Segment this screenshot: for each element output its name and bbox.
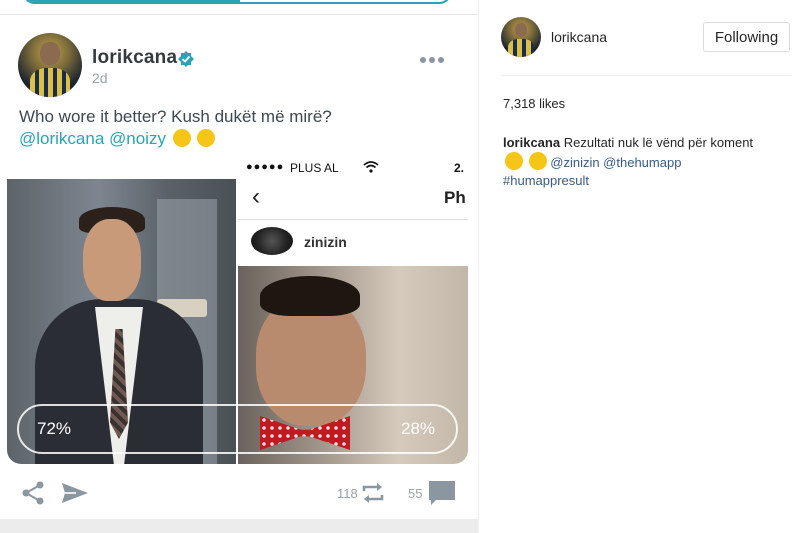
likes-count[interactable]: 7,318 likes [503, 96, 565, 111]
app-root: lorikcana 2d Who wore it better? Kush du… [0, 0, 797, 533]
feed-separator [0, 519, 478, 533]
sunglasses-emoji-icon [505, 152, 523, 170]
embedded-avatar [251, 227, 293, 255]
header-divider [0, 14, 478, 15]
sidebar-hashtag[interactable]: #humappresult [503, 173, 589, 188]
comment-count: 55 [408, 486, 423, 501]
sidebar-caption: lorikcana Rezultati nuk lë vënd për kome… [503, 134, 773, 190]
wifi-icon [363, 161, 379, 173]
post-timestamp: 2d [92, 70, 108, 86]
embedded-username: zinizin [304, 234, 347, 250]
sidebar-avatar[interactable] [501, 17, 541, 57]
embedded-nav-bar: ‹ Ph [238, 178, 468, 220]
verified-badge-icon [178, 51, 194, 67]
carrier-label: PLUS AL [290, 161, 339, 175]
instagram-sidebar: lorikcana Following 7,318 likes lorikcan… [478, 0, 797, 533]
comment-icon[interactable] [428, 480, 456, 506]
poll-left-percent: 72% [37, 419, 72, 438]
status-clock: 2. [454, 161, 465, 175]
sidebar-mentions[interactable]: @zinizin @thehumapp [550, 155, 681, 170]
post-author-avatar[interactable] [18, 33, 82, 97]
poll-media[interactable]: ●●●●● PLUS AL 2. ‹ Ph zinizin 72% 28% [7, 158, 468, 464]
more-options-icon[interactable] [420, 56, 444, 64]
post-pane: lorikcana 2d Who wore it better? Kush du… [0, 0, 478, 533]
sidebar-divider [501, 75, 791, 76]
winking-tongue-emoji-icon [172, 129, 191, 147]
caption-mentions[interactable]: @lorikcana @noizy [19, 129, 166, 148]
sidebar-caption-text: Rezultati nuk lë vënd për koment [563, 135, 754, 150]
send-icon[interactable] [60, 481, 90, 505]
post-author-username[interactable]: lorikcana [92, 47, 177, 69]
caption-username[interactable]: lorikcana [503, 135, 560, 150]
poll-result-bar [17, 404, 458, 454]
sidebar-username[interactable]: lorikcana [551, 29, 607, 45]
post-caption: Who wore it better? Kush dukët më mirë? … [19, 106, 459, 150]
repost-icon[interactable] [360, 481, 386, 505]
poll-right-percent: 28% [401, 419, 436, 438]
share-icon[interactable] [20, 480, 46, 506]
feed-toggle[interactable] [22, 0, 452, 4]
caption-text: Who wore it better? Kush dukët më mirë? [19, 107, 332, 126]
embedded-nav-title: Ph [444, 188, 466, 207]
feed-toggle-active-segment[interactable] [24, 0, 240, 2]
signal-dots: ●●●●● [246, 161, 285, 173]
sunglasses-emoji-icon [197, 129, 216, 147]
embedded-status-bar: ●●●●● PLUS AL 2. [238, 158, 468, 178]
post-action-bar: 118 55 [0, 472, 478, 512]
repost-count: 118 [337, 486, 358, 501]
tongue-emoji-icon [528, 152, 547, 170]
following-button[interactable]: Following [703, 22, 790, 52]
back-chevron-icon: ‹ [252, 183, 260, 210]
